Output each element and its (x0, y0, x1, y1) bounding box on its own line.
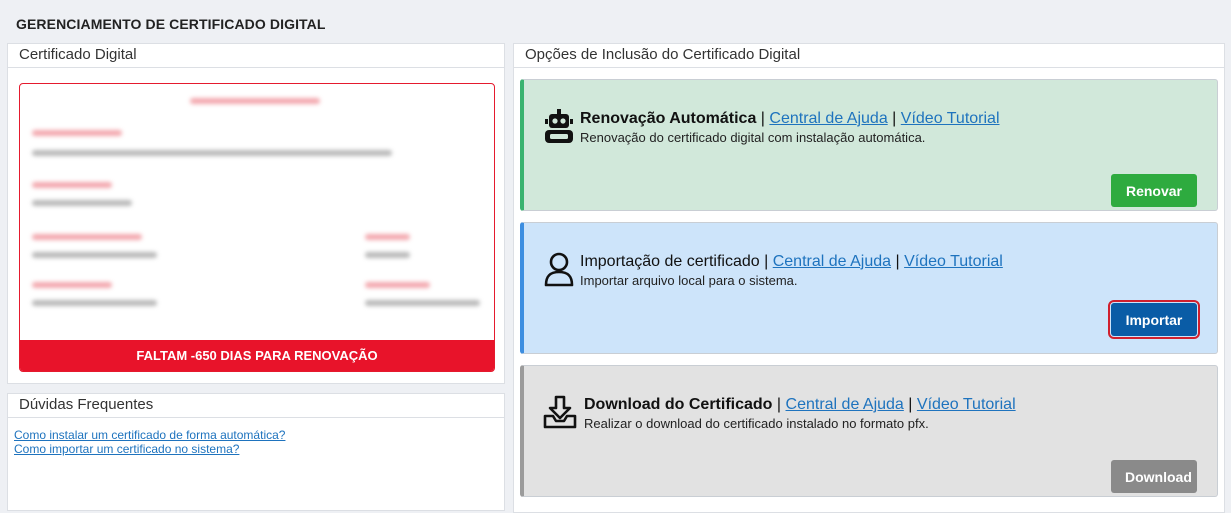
help-link-download[interactable]: Central de Ajuda (786, 396, 904, 413)
option-desc-download: Realizar o download do certificado insta… (584, 416, 929, 431)
option-card-download: Download do Certificado | Central de Aju… (520, 365, 1218, 497)
faq-link-import-certificate[interactable]: Como importar um certificado no sistema? (14, 442, 504, 456)
user-icon (542, 251, 576, 287)
faq-panel-header: Dúvidas Frequentes (8, 394, 504, 418)
help-link-renovacao[interactable]: Central de Ajuda (769, 110, 887, 127)
option-title-text: Download do Certificado (584, 396, 773, 413)
separator: | (908, 396, 913, 413)
download-icon (542, 394, 577, 430)
faq-panel: Dúvidas Frequentes Como instalar um cert… (7, 393, 505, 511)
option-title-text: Renovação Automática (580, 110, 757, 127)
option-card-importacao: Importação de certificado | Central de A… (520, 222, 1218, 354)
renewal-status-bar: FALTAM -650 DIAS PARA RENOVAÇÃO (20, 340, 494, 371)
certificate-panel-header: Certificado Digital (8, 44, 504, 68)
separator: | (892, 110, 897, 127)
robot-icon (542, 108, 576, 144)
separator: | (776, 396, 782, 413)
option-card-renovacao: Renovação Automática | Central de Ajuda … (520, 79, 1218, 211)
option-desc-importacao: Importar arquivo local para o sistema. (580, 273, 798, 288)
certificate-card: FALTAM -650 DIAS PARA RENOVAÇÃO (19, 83, 495, 372)
video-link-renovacao[interactable]: Vídeo Tutorial (901, 110, 1000, 127)
option-title-importacao: Importação de certificado | Central de A… (580, 253, 1003, 271)
option-title-renovacao: Renovação Automática | Central de Ajuda … (580, 110, 1000, 128)
certificate-panel: Certificado Digital FALTAM -650 DIAS PAR… (7, 43, 505, 384)
video-link-download[interactable]: Vídeo Tutorial (917, 396, 1016, 413)
video-link-importacao[interactable]: Vídeo Tutorial (904, 253, 1003, 270)
option-title-download: Download do Certificado | Central de Aju… (584, 396, 1016, 414)
separator: | (764, 253, 769, 270)
option-title-text: Importação de certificado (580, 253, 760, 270)
options-panel-header: Opções de Inclusão do Certificado Digita… (514, 44, 1224, 68)
page-title: GERENCIAMENTO DE CERTIFICADO DIGITAL (16, 16, 326, 32)
option-desc-renovacao: Renovação do certificado digital com ins… (580, 130, 926, 145)
separator: | (760, 110, 765, 127)
certificate-details-blurred (20, 84, 494, 371)
download-button[interactable]: Download (1111, 460, 1197, 493)
importar-button[interactable]: Importar (1108, 300, 1200, 339)
separator: | (895, 253, 900, 270)
renovar-button[interactable]: Renovar (1111, 174, 1197, 207)
help-link-importacao[interactable]: Central de Ajuda (773, 253, 891, 270)
faq-link-install-automatic[interactable]: Como instalar um certificado de forma au… (14, 428, 504, 442)
options-panel: Opções de Inclusão do Certificado Digita… (513, 43, 1225, 513)
